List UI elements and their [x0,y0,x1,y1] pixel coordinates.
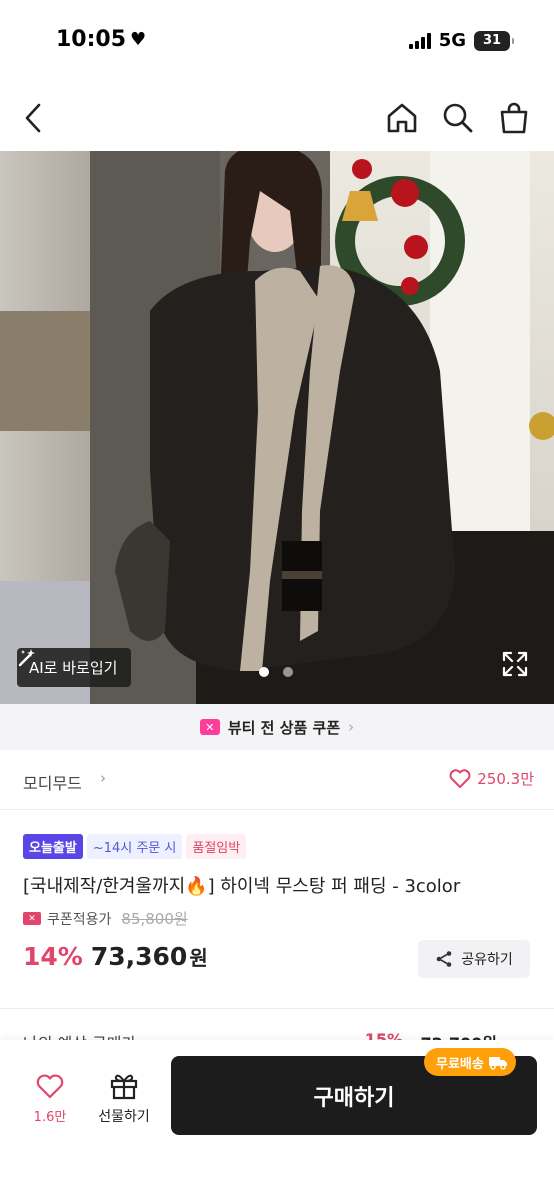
status-time: 10:05 ♥ [56,27,146,52]
original-price: 85,800원 [121,910,188,928]
fire-icon: 🔥 [185,876,208,897]
badge-today-ship: 오늘출발 [23,834,83,859]
share-button[interactable]: 공유하기 [418,940,530,978]
product-title-suffix: ] 하이넥 무스탕 퍼 패딩 - 3color [207,876,461,897]
store-row: 모디무드 › 250.3만 [0,750,554,810]
section-divider [0,1008,554,1009]
badge-row: 오늘출발 ~14시 주문 시 품절임박 [23,834,247,859]
network-type: 5G [438,30,466,51]
share-label: 공유하기 [461,952,513,968]
status-indicators: 5G 31 [408,30,514,51]
heart-outline-icon [36,1074,64,1099]
gift-icon [110,1074,138,1100]
price-row: 14% 73,360 원 [23,942,208,971]
coupon-ticket-icon: ✕ [23,912,41,925]
truck-icon [488,1057,507,1070]
badge-order-cutoff: ~14시 주문 시 [86,834,183,859]
gift-button[interactable]: 선물하기 [92,1072,156,1126]
chevron-left-icon [25,103,41,133]
magic-wand-icon [18,649,35,667]
gift-label: 선물하기 [98,1109,150,1125]
shopping-bag-icon [500,102,528,134]
share-icon [436,951,452,967]
chevron-right-icon: › [100,769,106,787]
expand-icon [502,651,528,677]
home-button[interactable] [382,98,422,138]
bottom-purchase-bar: 1.6만 선물하기 구매하기 무료배송 [0,1040,554,1200]
coupon-price-label: 쿠폰적용가 [47,911,112,928]
currency-unit: 원 [189,946,208,970]
back-button[interactable] [14,98,54,138]
signal-icon [408,32,431,49]
product-image-carousel[interactable]: AI로 바로입기 [0,151,554,704]
carousel-pagination [259,667,293,677]
coupon-price-row: ✕ 쿠폰적용가 85,800원 [23,908,188,929]
coupon-icon: ✕ [199,719,220,735]
ai-try-on-button[interactable]: AI로 바로입기 [17,648,132,687]
discount-rate: 14% [23,942,83,971]
fullscreen-button[interactable] [500,649,530,679]
heart-status-icon: ♥ [130,29,147,50]
coupon-banner[interactable]: ✕ 뷰티 전 상품 쿠폰 › [0,704,554,750]
store-name-link[interactable]: 모디무드 [23,770,82,794]
ai-try-on-label: AI로 바로입기 [29,659,118,677]
badge-low-stock: 품절임박 [186,834,247,859]
battery-icon: 31 [474,30,514,51]
product-title-prefix: [국내제작/한겨울까지 [23,876,186,897]
search-button[interactable] [438,98,478,138]
buy-label: 구매하기 [313,1085,395,1111]
carousel-dot-active[interactable] [259,667,269,677]
time-text: 10:05 [56,27,127,52]
cart-button[interactable] [494,98,534,138]
free-shipping-badge: 무료배송 [424,1048,516,1076]
nav-bar [0,90,554,146]
product-title: [국내제작/한겨울까지🔥] 하이넥 무스탕 퍼 패딩 - 3color [23,872,543,898]
sale-price: 73,360 [90,942,188,971]
product-photo [0,151,554,704]
status-bar: 10:05 ♥ 5G 31 [0,0,554,80]
wishlist-button[interactable]: 1.6만 [26,1074,74,1125]
store-like-button[interactable]: 250.3만 [449,768,534,789]
free-shipping-label: 무료배송 [436,1056,484,1072]
wishlist-count: 1.6만 [33,1110,67,1125]
search-icon [443,103,473,133]
coupon-banner-label: 뷰티 전 상품 쿠폰 [227,718,341,737]
store-like-count: 250.3만 [477,770,534,788]
chevron-right-icon: › [348,718,355,736]
battery-level: 31 [482,33,502,48]
heart-outline-icon [449,768,471,788]
home-icon [387,103,417,133]
carousel-dot[interactable] [283,667,293,677]
